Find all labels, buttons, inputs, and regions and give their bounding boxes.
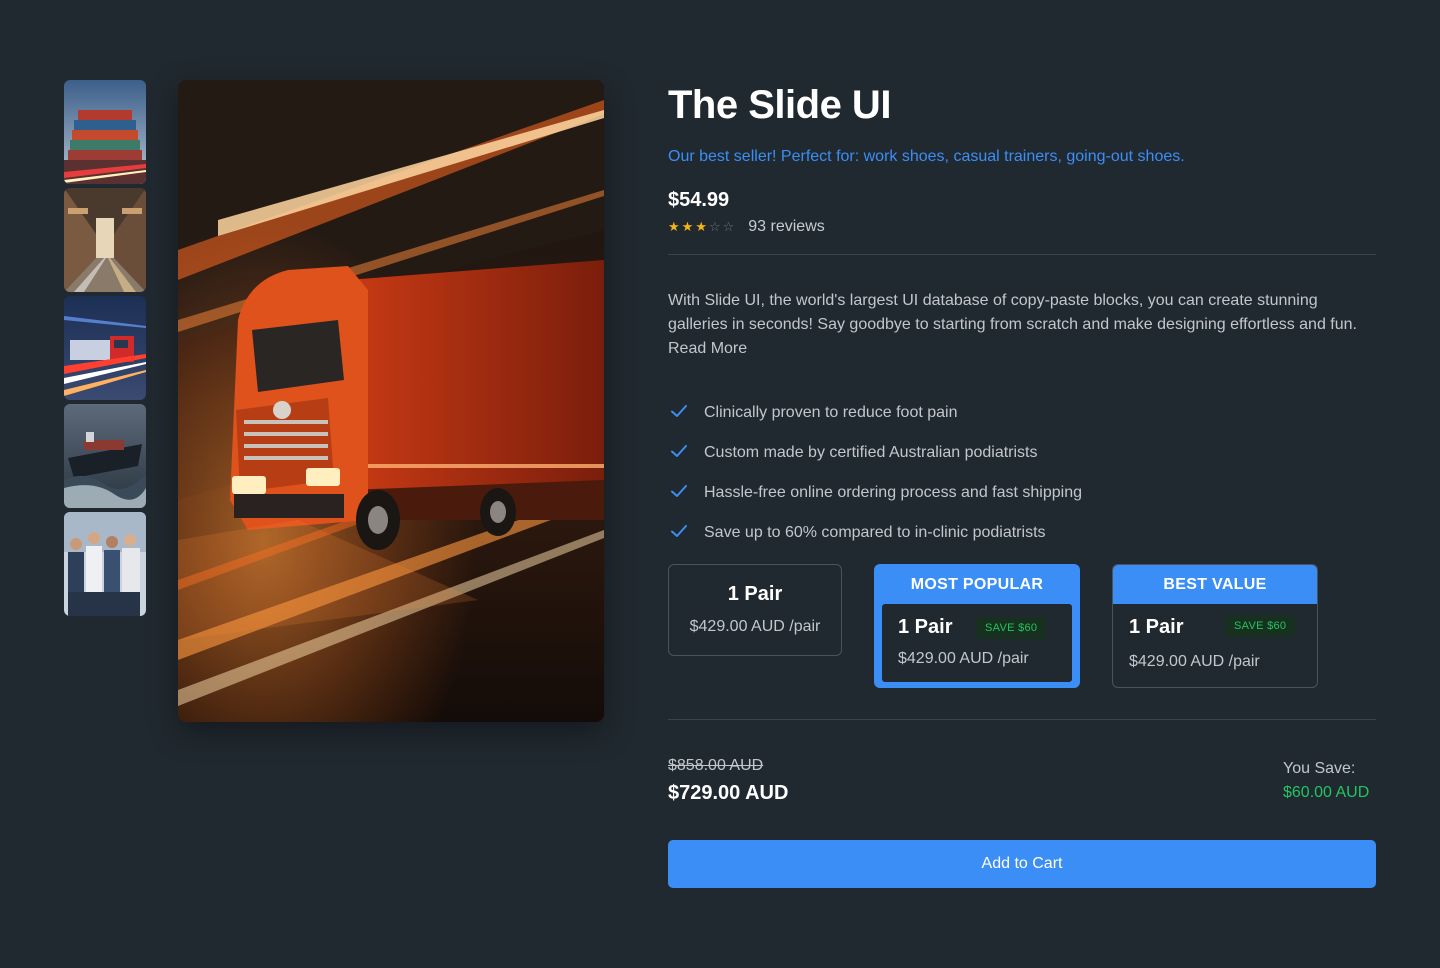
feature-item: Clinically proven to reduce foot pain: [668, 393, 1376, 433]
read-more-link[interactable]: Read More: [668, 340, 747, 357]
add-to-cart-button[interactable]: Add to Cart: [668, 840, 1376, 888]
thumbnail-image: [64, 188, 146, 292]
thumbnail-gallery: [64, 80, 146, 620]
pack-option-1[interactable]: 1 Pair $429.00 AUD /pair: [668, 564, 842, 656]
thumbnail-image: [64, 512, 146, 616]
star-empty-icon: ☆: [708, 219, 721, 234]
product-price: $54.99: [668, 189, 730, 211]
pack-option-most-popular[interactable]: MOST POPULAR 1 Pair SAVE $60 $429.00 AUD…: [874, 564, 1080, 688]
thumbnail-cargo-ship[interactable]: [64, 404, 146, 508]
star-filled-icon: ★: [695, 219, 707, 234]
pack-header: BEST VALUE: [1113, 565, 1317, 604]
divider: [668, 719, 1376, 720]
star-empty-icon: ☆: [722, 219, 735, 234]
thumbnail-image: [64, 80, 146, 184]
savings: You Save: $60.00 AUD: [1283, 758, 1376, 804]
pack-name: 1 Pair: [1129, 616, 1184, 638]
total-price: $729.00 AUD: [668, 782, 789, 804]
savings-amount: $60.00 AUD: [1283, 784, 1370, 801]
feature-text: Custom made by certified Australian podi…: [704, 444, 1038, 461]
star-filled-icon: ★: [668, 219, 680, 234]
thumbnail-truck-light-trails[interactable]: [64, 296, 146, 400]
pack-price: $429.00 AUD /pair: [689, 618, 821, 635]
order-totals: $858.00 AUD $729.00 AUD You Save: $60.00…: [668, 756, 1376, 816]
check-icon: [671, 525, 687, 537]
product-tagline: Our best seller! Perfect for: work shoes…: [668, 148, 1185, 165]
pack-body: 1 Pair SAVE $60 $429.00 AUD /pair: [882, 604, 1072, 682]
pack-options: 1 Pair $429.00 AUD /pair MOST POPULAR 1 …: [668, 564, 1376, 694]
pack-body: 1 Pair SAVE $60 $429.00 AUD /pair: [1113, 604, 1317, 687]
pack-header: MOST POPULAR: [910, 576, 1044, 593]
pack-name: 1 Pair: [727, 583, 783, 605]
thumbnail-image: [64, 404, 146, 508]
product-description: With Slide UI, the world's largest UI da…: [668, 289, 1376, 361]
thumbnail-warehouse-aisle[interactable]: [64, 188, 146, 292]
thumbnail-container-stack[interactable]: [64, 80, 146, 184]
pack-price: $429.00 AUD /pair: [898, 650, 1029, 667]
truck-illustration: [178, 80, 604, 722]
description-text: With Slide UI, the world's largest UI da…: [668, 292, 1357, 333]
thumbnail-image: [64, 296, 146, 400]
feature-list: Clinically proven to reduce foot pain Cus…: [668, 393, 1376, 553]
feature-text: Save up to 60% compared to in-clinic pod…: [704, 524, 1046, 541]
check-icon: [671, 405, 687, 417]
save-badge: SAVE $60: [976, 617, 1047, 639]
feature-item: Hassle-free online ordering process and …: [668, 473, 1376, 513]
divider: [668, 254, 1376, 255]
main-product-image: [178, 80, 604, 722]
thumbnail-logistics-team[interactable]: [64, 512, 146, 616]
feature-text: Clinically proven to reduce foot pain: [704, 404, 958, 421]
feature-item: Custom made by certified Australian podi…: [668, 433, 1376, 473]
pack-name: 1 Pair: [898, 616, 953, 638]
rating-row: ★ ★ ★ ☆ ☆ 93 reviews: [668, 216, 1376, 238]
original-price: $858.00 AUD: [668, 757, 764, 774]
product-title: The Slide UI: [668, 83, 891, 127]
product-info: The Slide UI Our best seller! Perfect fo…: [668, 80, 1376, 888]
feature-text: Hassle-free online ordering process and …: [704, 484, 1082, 501]
pack-option-best-value[interactable]: BEST VALUE 1 Pair SAVE $60 $429.00 AUD /…: [1112, 564, 1318, 688]
save-badge: SAVE $60: [1225, 615, 1296, 637]
star-filled-icon: ★: [681, 219, 694, 234]
pack-price: $429.00 AUD /pair: [1129, 653, 1260, 670]
savings-label: You Save:: [1283, 760, 1356, 777]
check-icon: [671, 445, 687, 457]
review-count[interactable]: 93 reviews: [748, 218, 824, 236]
feature-item: Save up to 60% compared to in-clinic pod…: [668, 513, 1376, 553]
check-icon: [671, 485, 687, 497]
star-rating: ★ ★ ★ ☆ ☆: [668, 220, 734, 234]
